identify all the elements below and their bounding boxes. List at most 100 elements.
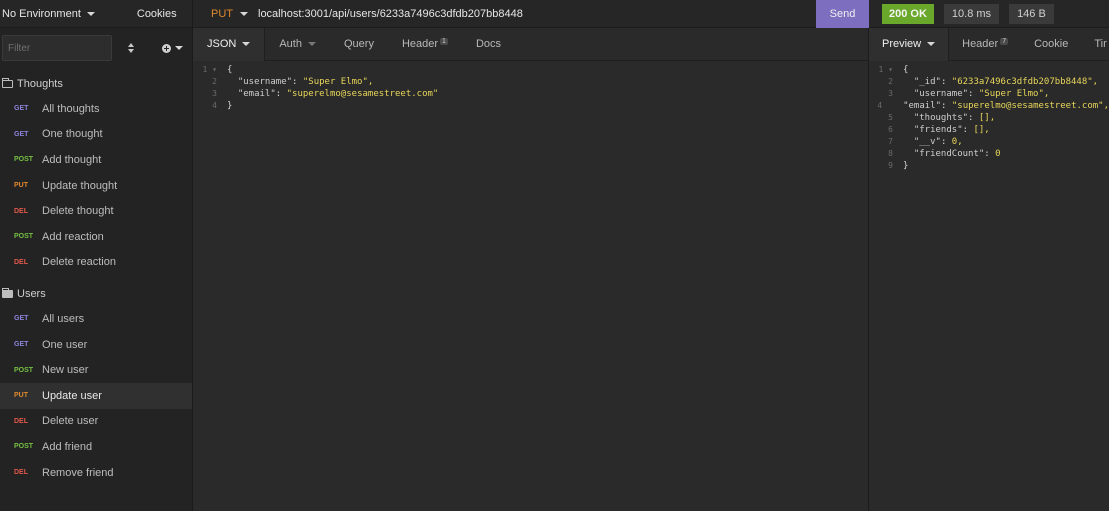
method-tag: POST bbox=[14, 366, 34, 374]
method-tag: PUT bbox=[14, 182, 28, 190]
folder-label: Users bbox=[17, 288, 46, 301]
response-tabs: Preview Header 7 Cookie Timeline bbox=[869, 27, 1109, 61]
response-panel: Preview Header 7 Cookie Timeline 1 ▾ {2 "… bbox=[869, 27, 1109, 511]
folder-users[interactable]: Users bbox=[0, 282, 192, 306]
tab-json[interactable]: JSON bbox=[193, 27, 266, 61]
sidebar-request-item[interactable]: GET One thought bbox=[0, 122, 192, 148]
code-line: 2 "username": "Super Elmo", bbox=[193, 76, 868, 88]
tab-auth[interactable]: Auth bbox=[265, 28, 330, 61]
line-number: 1 ▾ bbox=[202, 65, 217, 74]
method-tag: GET bbox=[14, 315, 29, 323]
line-number: 9 bbox=[888, 161, 893, 170]
tab-label: Preview bbox=[882, 38, 922, 50]
code-text: "email": "superelmo@sesamestreet.com", bbox=[903, 101, 1109, 111]
sidebar-request-item[interactable]: POST New user bbox=[0, 357, 192, 383]
folder-thoughts[interactable]: Thoughts bbox=[0, 72, 192, 96]
tab-preview[interactable]: Preview bbox=[869, 27, 950, 61]
status-badge: 200 OK bbox=[882, 3, 934, 24]
sidebar-request-item[interactable]: DEL Remove friend bbox=[0, 460, 192, 486]
sidebar-request-item[interactable]: GET All thoughts bbox=[0, 96, 192, 122]
code-line: 2 "_id": "6233a7496c3dfdb207bb8448", bbox=[869, 76, 1109, 88]
sort-icon[interactable] bbox=[126, 41, 136, 55]
chevron-down-icon bbox=[175, 46, 183, 50]
tab-query[interactable]: Query bbox=[330, 28, 388, 61]
chevron-down-icon bbox=[242, 42, 251, 46]
request-label: Remove friend bbox=[42, 466, 114, 479]
folder-icon bbox=[2, 288, 13, 299]
code-line: 9 } bbox=[869, 160, 1109, 172]
tab-label: JSON bbox=[207, 38, 237, 50]
tab-label: Timeline bbox=[1094, 38, 1107, 50]
sidebar-request-item[interactable]: PUT Update thought bbox=[0, 173, 192, 199]
request-tabs: JSON Auth Query Header 1 Docs bbox=[193, 27, 868, 61]
sidebar-request-item[interactable]: POST Add reaction bbox=[0, 224, 192, 250]
method-tag: POST bbox=[14, 233, 34, 241]
tab-label: Header bbox=[401, 38, 439, 50]
code-text: "friendCount": 0 bbox=[913, 149, 1001, 159]
cookies-button[interactable]: Cookies bbox=[137, 8, 177, 20]
tab-response-header[interactable]: Header 7 bbox=[949, 28, 1021, 61]
code-line: 3 "username": "Super Elmo", bbox=[869, 88, 1109, 100]
line-number: 4 bbox=[212, 101, 217, 110]
request-label: All users bbox=[42, 312, 85, 325]
code-text: "username": "Super Elmo", bbox=[913, 89, 1050, 99]
environment-select[interactable]: No Environment bbox=[2, 8, 95, 20]
line-number: 3 bbox=[888, 89, 893, 98]
tab-timeline[interactable]: Timeline bbox=[1081, 28, 1107, 61]
request-body-editor[interactable]: 1 ▾{2 "username": "Super Elmo", 3 "email"… bbox=[193, 61, 868, 112]
line-number: 3 bbox=[212, 89, 217, 98]
line-number: 1 ▾ bbox=[878, 65, 893, 74]
sidebar-request-item[interactable]: DEL Delete thought bbox=[0, 198, 192, 224]
method-tag: DEL bbox=[14, 207, 28, 215]
request-list: Thoughts GET All thoughts GET One thought POS… bbox=[0, 72, 192, 485]
send-button[interactable]: Send bbox=[816, 0, 869, 28]
response-body-viewer[interactable]: 1 ▾ {2 "_id": "6233a7496c3dfdb207bb8448",… bbox=[869, 61, 1109, 172]
environment-bar: No Environment Cookies bbox=[0, 0, 192, 28]
chevron-down-icon bbox=[307, 42, 316, 46]
sidebar-request-item[interactable]: POST Add friend bbox=[0, 434, 192, 460]
tab-label: Header bbox=[962, 38, 999, 50]
code-text: "thoughts": [], bbox=[913, 113, 996, 123]
sidebar-request-item[interactable]: DEL Delete user bbox=[0, 409, 192, 435]
request-label: One user bbox=[42, 338, 88, 351]
add-menu-button[interactable] bbox=[162, 43, 183, 53]
method-tag: PUT bbox=[14, 392, 28, 400]
environment-label: No Environment bbox=[2, 7, 81, 20]
request-label: New user bbox=[42, 364, 89, 377]
method-tag: POST bbox=[14, 156, 34, 164]
code-text: "email": "superelmo@sesamestreet.com" bbox=[237, 89, 439, 99]
code-text: } bbox=[903, 161, 909, 171]
response-time: 10.8 ms bbox=[943, 3, 1000, 24]
request-label: Update user bbox=[42, 389, 102, 402]
header-count-badge: 1 bbox=[440, 37, 448, 45]
url-input[interactable]: localhost:3001/api/users/6233a7496c3dfdb… bbox=[258, 8, 816, 20]
request-label: All thoughts bbox=[42, 102, 100, 115]
code-text: "_id": "6233a7496c3dfdb207bb8448", bbox=[913, 77, 1099, 87]
tab-cookie[interactable]: Cookie bbox=[1021, 28, 1081, 61]
code-text: "friends": [], bbox=[913, 125, 990, 135]
chevron-down-icon bbox=[86, 11, 95, 16]
request-label: Add reaction bbox=[42, 230, 104, 243]
sidebar-request-item[interactable]: DEL Delete reaction bbox=[0, 250, 192, 276]
method-tag: GET bbox=[14, 341, 29, 349]
tab-docs[interactable]: Docs bbox=[462, 28, 515, 61]
code-line: 4 } bbox=[193, 100, 868, 112]
line-number: 2 bbox=[888, 77, 893, 86]
tab-header[interactable]: Header 1 bbox=[388, 28, 462, 61]
sidebar-request-item[interactable]: GET All users bbox=[0, 306, 192, 332]
sidebar-request-item[interactable]: GET One user bbox=[0, 332, 192, 358]
request-label: Delete thought bbox=[42, 205, 114, 218]
sidebar-request-item[interactable]: POST Add thought bbox=[0, 147, 192, 173]
plus-circle-icon bbox=[162, 43, 171, 53]
method-tag: DEL bbox=[14, 469, 28, 477]
code-line: 1 ▾ { bbox=[869, 64, 1109, 76]
sidebar-request-item[interactable]: PUT Update user bbox=[0, 382, 192, 409]
code-line: 1 ▾ { bbox=[193, 64, 868, 76]
filter-input[interactable] bbox=[2, 35, 112, 61]
tab-label: Cookie bbox=[1034, 38, 1069, 50]
method-select[interactable]: PUT bbox=[211, 8, 248, 20]
code-line: 5 "thoughts": [], bbox=[869, 112, 1109, 124]
tab-label: Docs bbox=[475, 38, 501, 50]
request-label: One thought bbox=[42, 128, 103, 141]
method-tag: POST bbox=[14, 443, 34, 451]
